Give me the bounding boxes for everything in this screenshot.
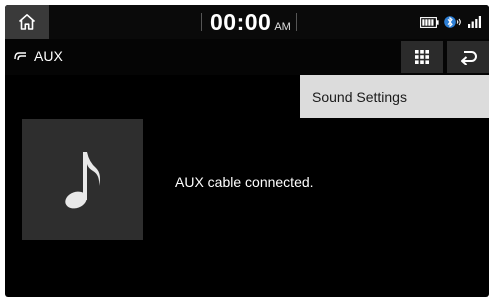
album-art	[22, 119, 143, 240]
battery-icon	[420, 16, 439, 28]
music-note-icon	[64, 151, 100, 208]
back-arrow-icon	[461, 51, 477, 65]
screen: 00:00 AM AUX Sound Settings AUX cable co…	[0, 0, 491, 299]
home-icon	[18, 14, 36, 30]
clock-left-divider	[201, 13, 202, 31]
title-bar: AUX	[5, 39, 489, 75]
status-bar: 00:00 AM	[5, 5, 489, 39]
home-button[interactable]	[5, 5, 49, 39]
signal-strength-icon	[468, 16, 481, 28]
aux-cable-icon	[14, 52, 26, 61]
bluetooth-audio-icon	[444, 16, 461, 28]
menu-grid-icon	[415, 50, 429, 64]
menu-item-sound-settings[interactable]: Sound Settings	[312, 89, 407, 105]
options-dropdown: Sound Settings	[300, 75, 489, 118]
clock-ampm: AM	[274, 21, 291, 33]
status-icons	[420, 14, 483, 30]
head-unit-display: 00:00 AM AUX Sound Settings AUX cable co…	[5, 5, 489, 297]
back-button[interactable]	[447, 41, 489, 73]
connection-status-message: AUX cable connected.	[175, 174, 314, 190]
source-label: AUX	[14, 48, 63, 64]
clock-right-divider	[296, 13, 297, 31]
clock: 00:00 AM	[210, 9, 291, 36]
source-name: AUX	[34, 48, 63, 64]
clock-time: 00:00	[210, 9, 272, 35]
menu-button[interactable]	[401, 41, 443, 73]
